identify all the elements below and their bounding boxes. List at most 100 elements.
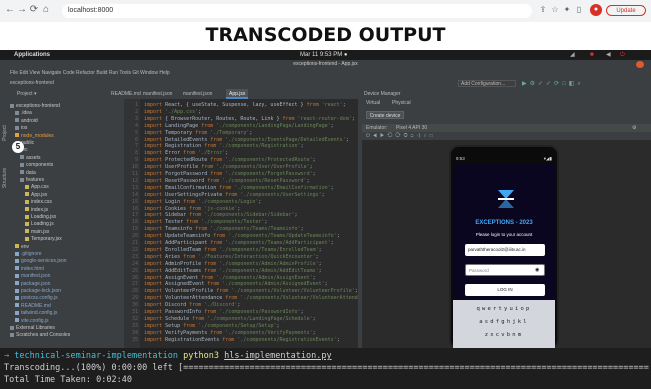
app-logo-icon bbox=[498, 190, 514, 208]
ide-menu-items[interactable]: File Edit View Navigate Code Refactor Bu… bbox=[10, 69, 170, 78]
address-bar[interactable]: localhost:8000 bbox=[62, 4, 532, 18]
tree-item[interactable]: Scratches and Consoles bbox=[10, 332, 126, 338]
code-line: 9 import ProtectedRoute from './component… bbox=[126, 157, 356, 163]
volume-icon[interactable]: ◀ bbox=[606, 50, 611, 60]
ide-action-icons[interactable]: ▶⚙✓✓⟳□◧⌕ bbox=[522, 80, 647, 88]
tree-item[interactable]: google-services.json bbox=[15, 258, 131, 264]
email-field[interactable]: parvaththeracool2@iiitv.ac.in bbox=[465, 244, 545, 256]
tree-item[interactable]: assets bbox=[20, 155, 136, 161]
line-number: 27 bbox=[131, 281, 138, 288]
profile-avatar[interactable]: ● bbox=[590, 4, 602, 16]
tree-item[interactable]: node_modules bbox=[15, 133, 131, 139]
tree-item[interactable]: exceptions-frontend bbox=[10, 103, 126, 109]
tree-item-label: .gitignore bbox=[21, 251, 42, 257]
os-clock: Mar 11 9:53 PM ● bbox=[300, 52, 348, 58]
tree-item[interactable]: android bbox=[15, 118, 131, 124]
code-line: 6 import DetailedEvents from './component… bbox=[126, 137, 356, 143]
extensions-icon[interactable]: ✦ bbox=[562, 5, 572, 15]
line-number: 11 bbox=[131, 171, 138, 177]
tree-item-label: App.jsx bbox=[31, 191, 48, 198]
create-device-button[interactable]: Create device bbox=[366, 111, 404, 119]
window-close-icon[interactable] bbox=[636, 61, 644, 68]
reload-icon[interactable]: ⟳ bbox=[28, 4, 40, 16]
code-line: 30 import Discord from './Discord'; bbox=[126, 302, 356, 308]
keyboard-row-3[interactable]: zxcvbnm bbox=[453, 331, 555, 340]
emulator-control-icons[interactable]: ⏻◀▶⟲⟳◎◻◁○□ bbox=[366, 132, 436, 140]
line-number: 22 bbox=[131, 246, 138, 253]
tree-item[interactable]: tailwind.config.js bbox=[15, 310, 131, 316]
tree-item[interactable]: README.md bbox=[15, 303, 131, 309]
network-icon[interactable]: ◢ bbox=[570, 50, 575, 60]
tree-item[interactable]: components bbox=[20, 162, 136, 168]
line-number: 5 bbox=[134, 129, 138, 136]
code-text: import Cookies from 'js-cookie'; bbox=[144, 205, 241, 212]
line-number: 24 bbox=[131, 260, 138, 267]
tree-item[interactable]: src bbox=[15, 147, 131, 153]
prompt-arrow: → bbox=[4, 351, 10, 361]
folder-icon bbox=[20, 155, 24, 160]
tree-item[interactable]: postcss.config.js bbox=[15, 295, 131, 301]
tab-manifest[interactable]: manifest.json bbox=[140, 89, 175, 99]
forward-icon[interactable]: → bbox=[16, 4, 28, 16]
power-icon[interactable]: ⏻ bbox=[620, 50, 625, 60]
run-configuration-dropdown[interactable]: Add Configuration... bbox=[458, 80, 516, 87]
home-icon[interactable]: ⌂ bbox=[40, 4, 52, 16]
file-icon bbox=[25, 199, 29, 204]
file-icon bbox=[25, 236, 29, 241]
tree-item[interactable]: package.json bbox=[15, 281, 131, 287]
tree-item[interactable]: .idea bbox=[15, 110, 131, 116]
show-password-icon[interactable]: ◉ bbox=[535, 267, 542, 273]
password-field[interactable]: Password bbox=[465, 264, 545, 276]
tree-item[interactable]: env bbox=[15, 244, 131, 250]
tree-item[interactable]: vite.config.js bbox=[15, 318, 131, 324]
code-line: 21 import AddParticipant from './componen… bbox=[126, 240, 356, 246]
emulator-toolbar[interactable]: ⏻◀▶⟲⟳◎◻◁○□ bbox=[362, 132, 651, 140]
keyboard-row-2[interactable]: asdfghjkl bbox=[453, 318, 555, 327]
file-icon bbox=[15, 273, 19, 278]
tree-item[interactable]: manifest.json bbox=[15, 273, 131, 279]
code-text: import VolunteerAttendance from './compo… bbox=[144, 295, 376, 302]
tree-item[interactable]: External Libraries bbox=[10, 325, 126, 331]
tree-item[interactable]: .gitignore bbox=[15, 251, 131, 257]
back-icon[interactable]: ← bbox=[4, 4, 16, 16]
code-line: 25 import AddEditTeams from './components… bbox=[126, 268, 356, 274]
line-number: 2 bbox=[134, 108, 138, 115]
code-text: import LandingPage from './components/La… bbox=[144, 122, 334, 129]
code-text: import PasswordInfo from './components/P… bbox=[144, 309, 304, 315]
emulator-device-tab[interactable]: Pixel 4 API 30 bbox=[396, 124, 427, 132]
tree-item[interactable]: data bbox=[20, 170, 136, 176]
keyboard-row-1[interactable]: qwertyuiop bbox=[453, 305, 555, 314]
tree-item[interactable]: features bbox=[20, 177, 136, 183]
tree-item[interactable]: public bbox=[15, 140, 131, 146]
tab-virtual[interactable]: Virtual bbox=[366, 100, 380, 106]
code-line: 29 import VolunteerAttendance from './com… bbox=[126, 295, 376, 301]
tab-app-jsx[interactable]: App.jsx bbox=[226, 89, 249, 99]
tree-item-label: vite.config.js bbox=[21, 317, 49, 324]
update-button[interactable]: Update bbox=[606, 5, 646, 16]
tab-manifest-2[interactable]: manifest.json bbox=[180, 89, 215, 99]
tree-item[interactable]: index.html bbox=[15, 266, 131, 272]
tab-readme[interactable]: README.md bbox=[108, 89, 144, 99]
code-line: 8 import Error from './Error'; bbox=[126, 150, 356, 156]
tree-item-label: External Libraries bbox=[16, 325, 55, 331]
applications-menu[interactable]: Applications bbox=[14, 50, 50, 60]
tree-item[interactable]: ios bbox=[15, 125, 131, 131]
project-breadcrumb[interactable]: exceptions-frontend bbox=[10, 78, 54, 89]
tab-physical[interactable]: Physical bbox=[392, 100, 411, 106]
tree-item-label: assets bbox=[26, 154, 41, 161]
record-icon[interactable]: ■ bbox=[590, 50, 594, 60]
project-view-dropdown[interactable]: Project ▾ bbox=[14, 89, 39, 99]
code-text: import AssignEvent from './components/Ad… bbox=[144, 274, 316, 281]
tree-item-label: Loading.js bbox=[31, 221, 54, 228]
code-line: 5 import Temporary from './Temporary'; bbox=[126, 130, 356, 136]
settings-icon[interactable]: ⚙ bbox=[632, 124, 636, 132]
tree-item[interactable]: package-lock.json bbox=[15, 288, 131, 294]
sidepanel-icon[interactable]: ▯ bbox=[574, 5, 584, 15]
share-icon[interactable]: ⇪ bbox=[538, 5, 548, 15]
line-number: 15 bbox=[131, 198, 138, 205]
progress-bar: ========================================… bbox=[183, 363, 649, 373]
code-text: import UserSettingsPrivate from './compo… bbox=[144, 191, 325, 198]
bookmark-star-icon[interactable]: ☆ bbox=[550, 5, 560, 15]
line-number: 31 bbox=[131, 309, 138, 315]
login-button[interactable]: LOG IN bbox=[465, 284, 545, 296]
